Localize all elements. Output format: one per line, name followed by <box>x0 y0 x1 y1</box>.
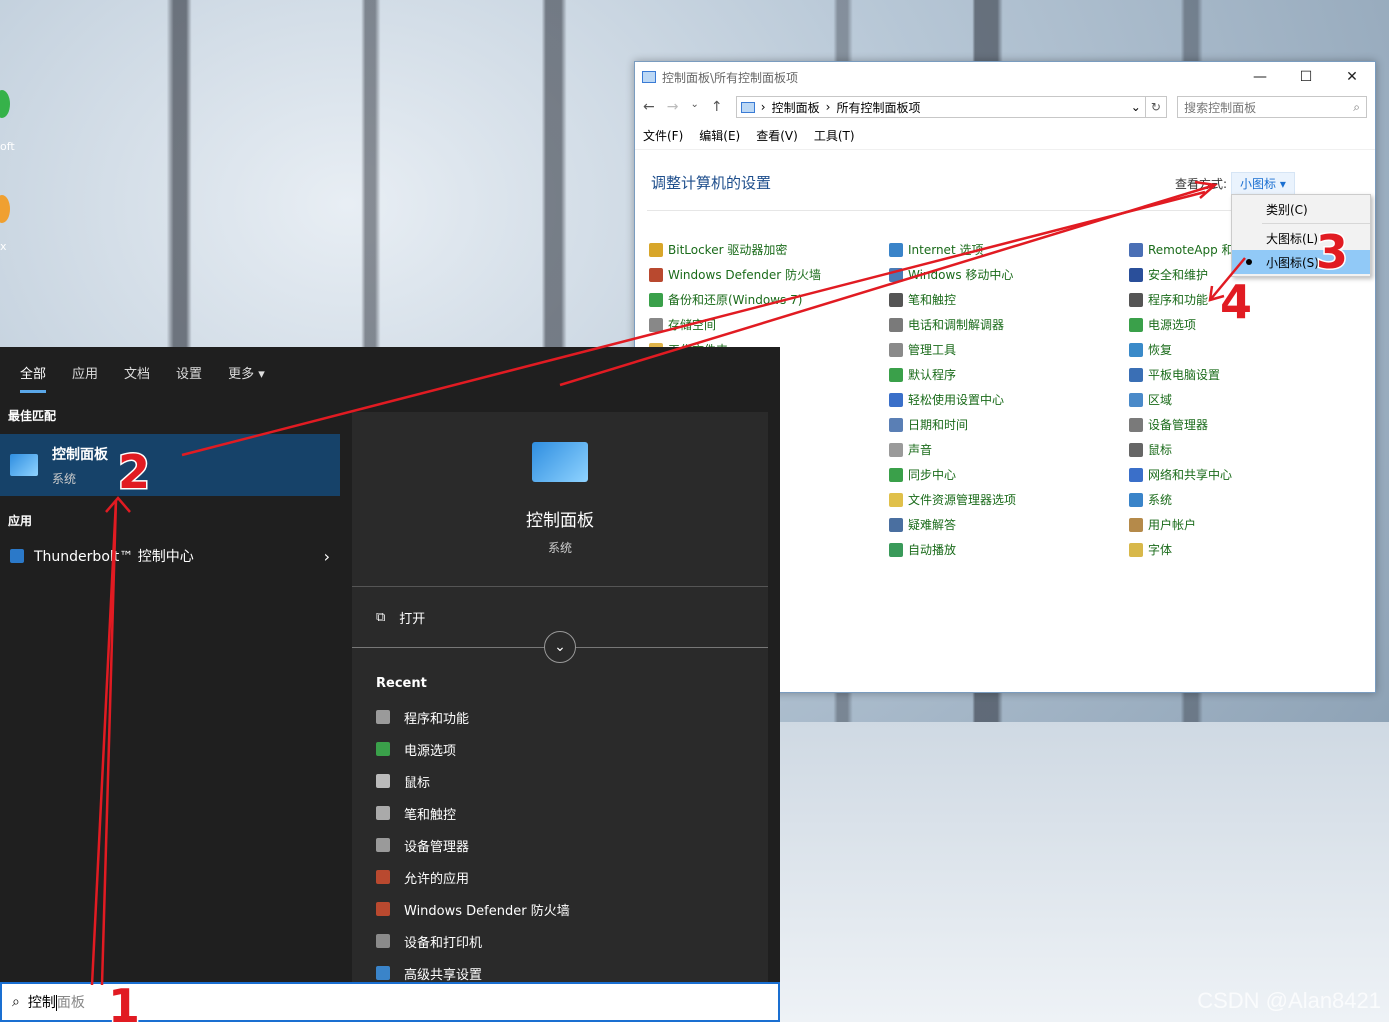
step-number-2: 2 <box>118 445 150 499</box>
annotation-arrow <box>181 190 1206 457</box>
step-number-4: 4 <box>1220 275 1252 329</box>
annotation-arrow <box>105 496 131 513</box>
annotation-arrow <box>559 183 1216 387</box>
annotation-arrow <box>90 499 118 986</box>
annotation-overlay: 1 2 3 4 <box>90 180 1350 1022</box>
step-number-3: 3 <box>1316 225 1348 279</box>
watermark: CSDN @Alan8421 <box>1197 988 1381 1013</box>
step-number-1: 1 <box>108 979 140 1022</box>
